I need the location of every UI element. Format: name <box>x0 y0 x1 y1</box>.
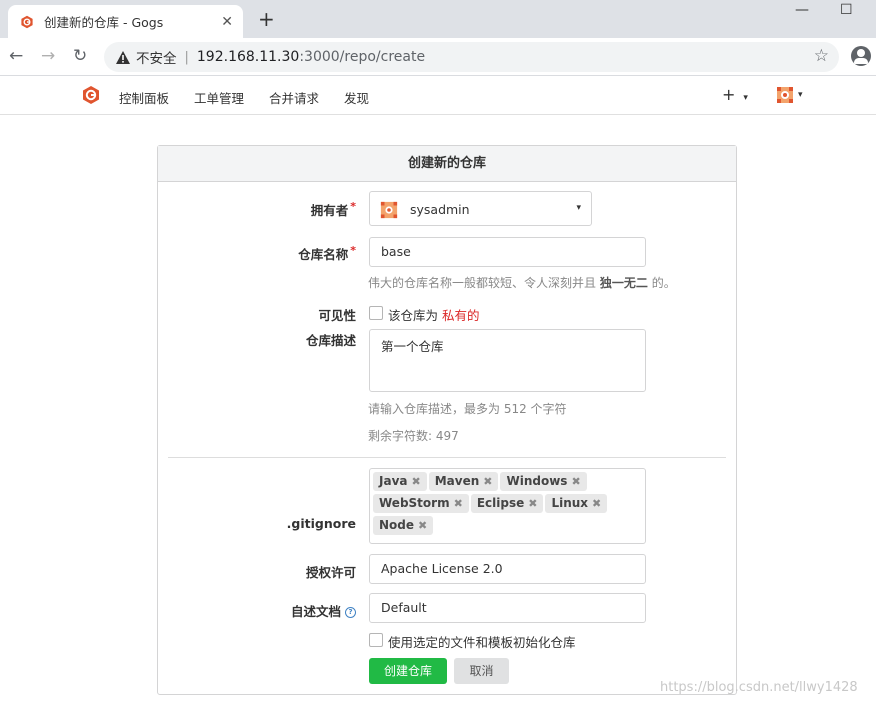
chevron-down-icon: ▾ <box>743 93 748 103</box>
browser-toolbar: ← → ↻ 不安全 | 192.168.11.30:3000/repo/crea… <box>0 38 876 76</box>
profile-icon[interactable] <box>851 46 871 66</box>
form-title: 创建新的仓库 <box>158 146 736 182</box>
gitignore-tag: Windows ✖ <box>500 472 587 491</box>
repo-name-hint: 伟大的仓库名称一般都较短、令人深刻并且 独一无二 的。 <box>368 276 676 290</box>
remove-tag-icon[interactable]: ✖ <box>418 519 427 532</box>
app-header: 控制面板 工单管理 合并请求 发现 + ▾ ▾ <box>0 76 876 115</box>
new-tab-icon[interactable]: + <box>258 9 275 29</box>
back-icon[interactable]: ← <box>9 46 23 66</box>
plus-icon: + <box>722 85 736 104</box>
nav-explore[interactable]: 发现 <box>344 88 369 107</box>
maximize-icon[interactable]: ☐ <box>840 2 853 18</box>
description-label: 仓库描述 <box>305 333 356 348</box>
avatar <box>775 85 795 105</box>
license-dropdown[interactable]: Apache License 2.0 <box>369 554 646 584</box>
gitignore-tag: Eclipse ✖ <box>470 494 544 513</box>
cancel-button[interactable]: 取消 <box>454 658 509 684</box>
auto-init-checkbox[interactable] <box>369 633 383 647</box>
watermark: https://blog.csdn.net/llwy1428 <box>660 680 858 695</box>
create-repo-form: 创建新的仓库 拥有者 * sysadmin ▾ 仓库名称 * base 伟大的仓库名… <box>157 145 737 695</box>
private-checkbox[interactable] <box>369 306 383 320</box>
owner-dropdown[interactable]: sysadmin ▾ <box>369 191 592 226</box>
description-textarea[interactable]: 第一个仓库 <box>369 329 646 392</box>
remove-tag-icon[interactable]: ✖ <box>592 497 601 510</box>
bookmark-star-icon[interactable]: ☆ <box>814 46 829 66</box>
help-icon[interactable]: ? <box>345 607 356 618</box>
insecure-label[interactable]: 不安全 <box>136 47 177 67</box>
owner-label: 拥有者 * <box>310 200 356 219</box>
description-remaining: 剩余字符数: 497 <box>368 429 459 443</box>
url-path: :3000/repo/create <box>299 49 426 65</box>
owner-value: sysadmin <box>409 202 470 217</box>
avatar <box>380 201 398 218</box>
readme-dropdown[interactable]: Default <box>369 593 646 623</box>
nav-pulls[interactable]: 合并请求 <box>269 88 319 107</box>
gitignore-label: .gitignore <box>286 516 356 531</box>
warning-icon <box>116 50 130 64</box>
minimize-icon[interactable]: — <box>795 2 809 18</box>
gitignore-tag: Java ✖ <box>373 472 427 491</box>
browser-tab[interactable]: 创建新的仓库 - Gogs ✕ <box>8 5 243 38</box>
reload-icon[interactable]: ↻ <box>73 46 87 66</box>
auto-init-text: 使用选定的文件和模板初始化仓库 <box>388 635 576 650</box>
forward-icon[interactable]: → <box>41 46 55 66</box>
gogs-favicon-icon <box>21 15 33 28</box>
remove-tag-icon[interactable]: ✖ <box>454 497 463 510</box>
create-repo-button[interactable]: 创建仓库 <box>369 658 447 684</box>
url-host: 192.168.11.30 <box>196 49 300 65</box>
form-divider <box>168 457 726 458</box>
repo-name-input[interactable]: base <box>369 237 646 267</box>
remove-tag-icon[interactable]: ✖ <box>483 475 492 488</box>
chevron-down-icon: ▾ <box>576 203 581 213</box>
gitignore-tag: Linux ✖ <box>545 494 608 513</box>
visibility-label: 可见性 <box>318 308 356 323</box>
gitignore-multiselect[interactable]: Java ✖ Maven ✖ Windows ✖ WebStorm ✖ Eclipse ✖ Linu… <box>369 468 646 544</box>
gitignore-tag: Node ✖ <box>373 516 434 535</box>
user-menu[interactable]: ▾ <box>775 85 803 105</box>
browser-tabstrip: 创建新的仓库 - Gogs ✕ + — ☐ <box>0 0 876 38</box>
nav-dashboard[interactable]: 控制面板 <box>119 88 169 107</box>
tab-close-icon[interactable]: ✕ <box>221 14 233 30</box>
gogs-logo-icon[interactable] <box>81 85 101 105</box>
tab-title: 创建新的仓库 - Gogs <box>44 15 164 30</box>
visibility-text: 该仓库为 私有的 <box>388 308 480 323</box>
gitignore-tag: WebStorm ✖ <box>373 494 469 513</box>
repo-name-label: 仓库名称 * <box>298 244 356 263</box>
remove-tag-icon[interactable]: ✖ <box>528 497 537 510</box>
nav-issues[interactable]: 工单管理 <box>194 88 244 107</box>
remove-tag-icon[interactable]: ✖ <box>571 475 580 488</box>
address-bar[interactable]: 不安全 | 192.168.11.30:3000/repo/create ☆ <box>104 42 839 72</box>
description-hint: 请输入仓库描述，最多为 512 个字符 <box>368 402 567 416</box>
readme-label: 自述文档? <box>291 601 356 620</box>
create-menu[interactable]: + ▾ <box>722 85 748 104</box>
omnibox-separator: | <box>184 49 189 65</box>
license-label: 授权许可 <box>305 565 356 580</box>
chevron-down-icon: ▾ <box>798 90 803 100</box>
remove-tag-icon[interactable]: ✖ <box>411 475 420 488</box>
gitignore-tag: Maven ✖ <box>428 472 499 491</box>
